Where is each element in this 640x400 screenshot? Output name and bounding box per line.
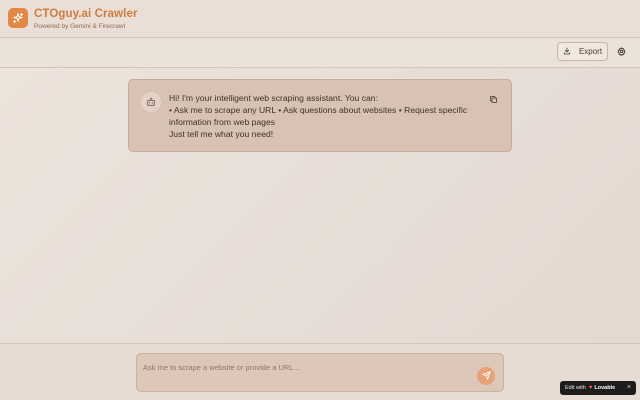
export-label: Export bbox=[578, 47, 603, 56]
composer-box bbox=[136, 353, 504, 392]
close-icon[interactable]: × bbox=[627, 384, 631, 391]
app-header: CTOguy.ai Crawler Powered by Gemini & Fi… bbox=[0, 0, 640, 38]
sparkles-icon bbox=[8, 8, 28, 28]
message-text: Hi! I'm your intelligent web scraping as… bbox=[169, 92, 479, 140]
composer-area bbox=[0, 343, 640, 400]
send-button[interactable] bbox=[477, 367, 495, 385]
lovable-badge[interactable]: Edit with ♥ Lovable × bbox=[560, 381, 636, 395]
copy-button[interactable] bbox=[487, 94, 499, 106]
heart-icon: ♥ bbox=[588, 385, 593, 391]
message-line: information from web pages bbox=[169, 117, 276, 127]
copy-icon bbox=[489, 91, 498, 109]
app-subtitle: Powered by Gemini & Firecrawl bbox=[34, 23, 126, 30]
bot-icon bbox=[141, 92, 161, 112]
assistant-message: Hi! I'm your intelligent web scraping as… bbox=[128, 79, 512, 152]
download-icon bbox=[563, 47, 571, 57]
export-button[interactable]: Export bbox=[557, 42, 608, 61]
message-line: • Ask me to scrape any URL • Ask questio… bbox=[169, 105, 468, 115]
app-title: CTOguy.ai Crawler bbox=[34, 8, 138, 20]
send-icon bbox=[481, 367, 491, 385]
message-input[interactable] bbox=[143, 360, 463, 374]
badge-brand: Lovable bbox=[594, 385, 616, 391]
toolbar: Export bbox=[0, 38, 640, 68]
message-line: Just tell me what you need! bbox=[169, 129, 274, 139]
message-line: Hi! I'm your intelligent web scraping as… bbox=[169, 93, 378, 103]
badge-prefix: Edit with bbox=[565, 385, 586, 391]
settings-button[interactable] bbox=[614, 45, 628, 59]
gear-icon bbox=[617, 43, 626, 61]
